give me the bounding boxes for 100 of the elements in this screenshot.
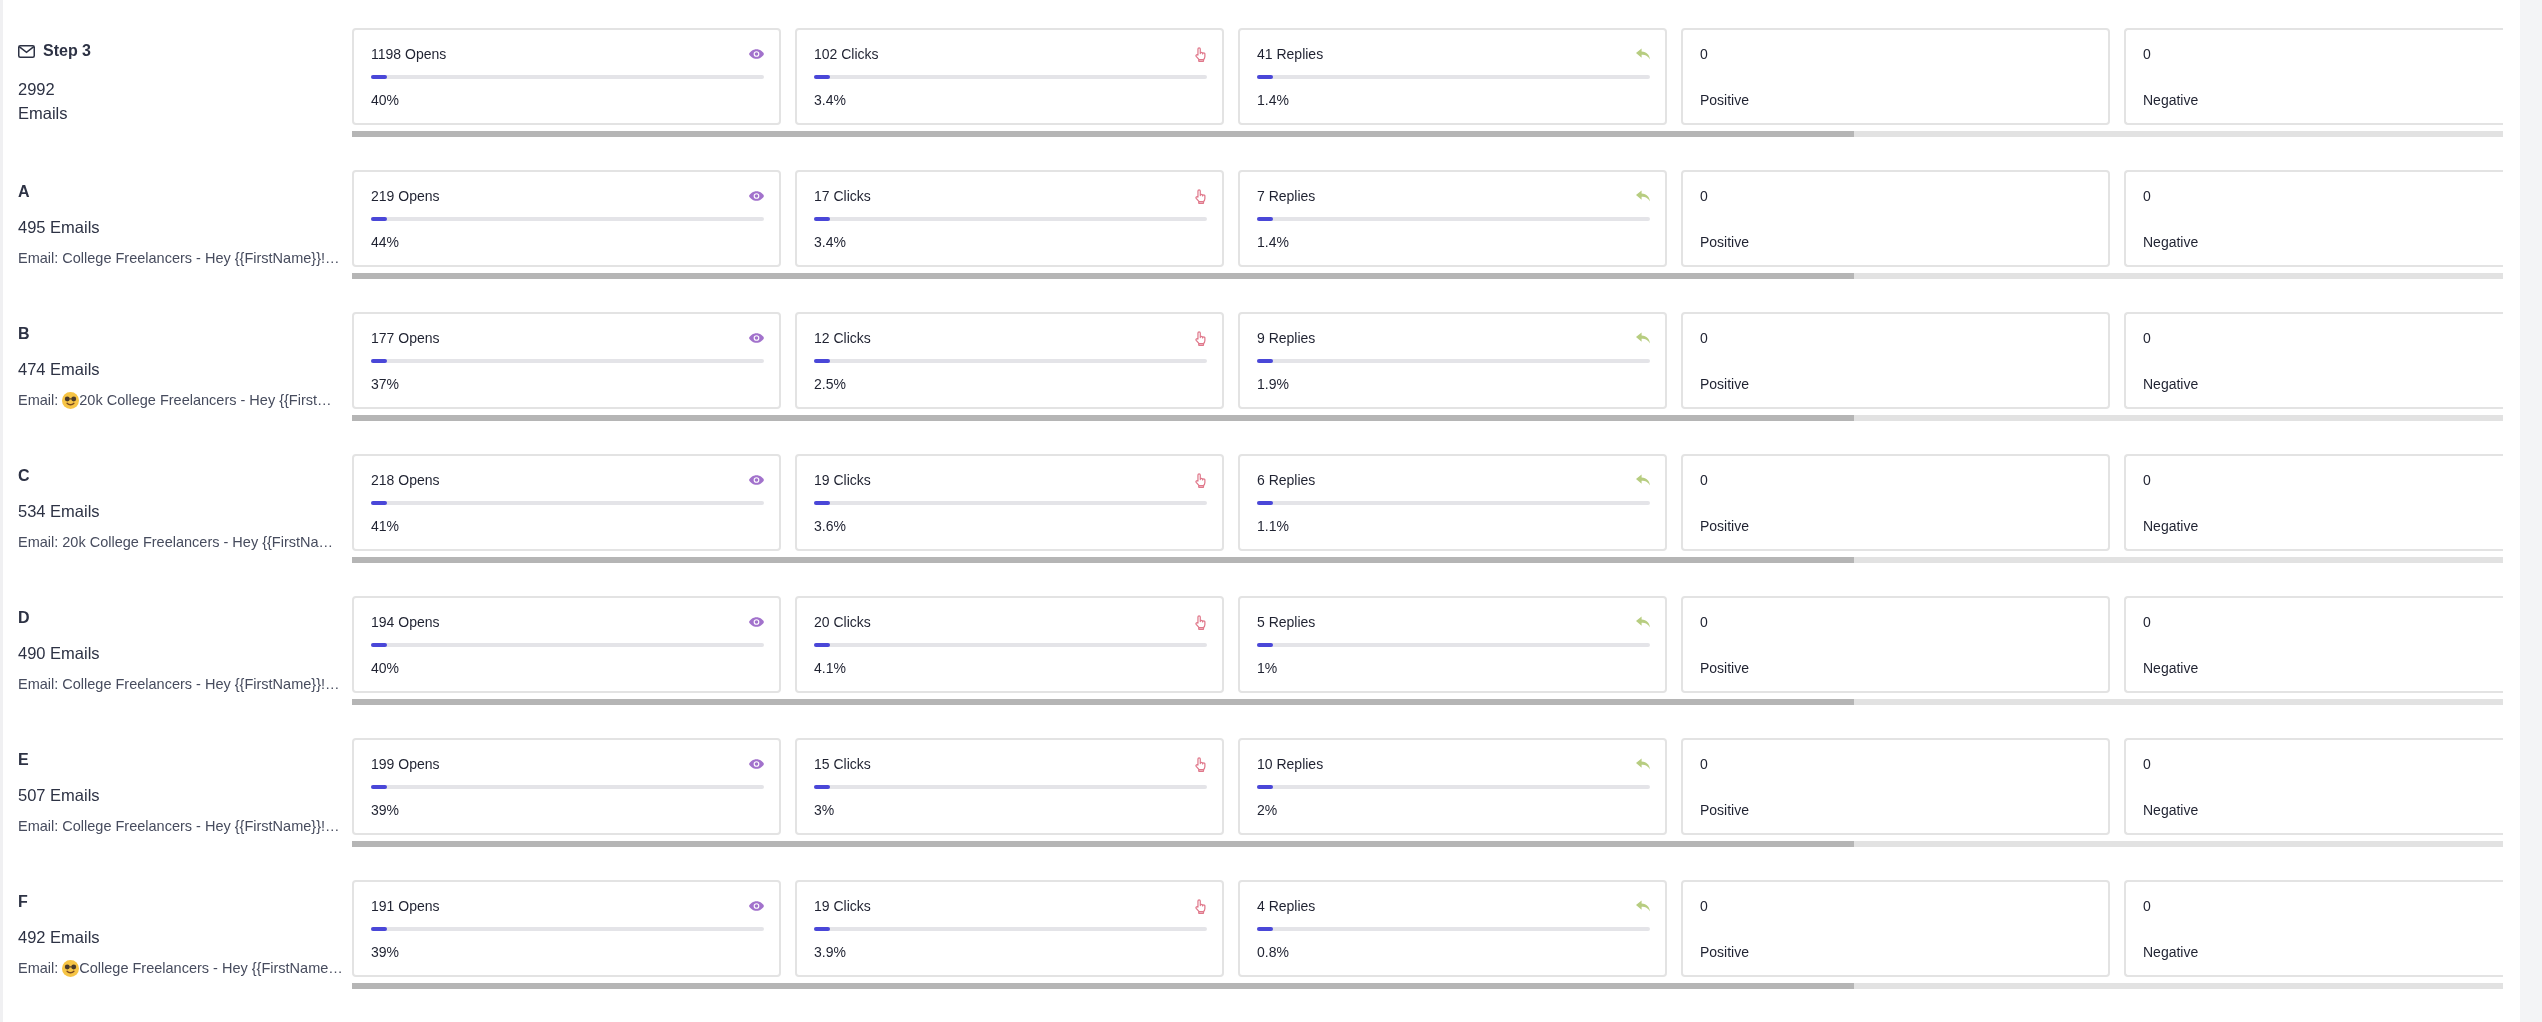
email-subject: College Freelancers - Hey {{FirstName}}!… — [62, 817, 340, 835]
eye-icon — [749, 49, 764, 59]
horizontal-scrollbar[interactable] — [352, 273, 2503, 279]
variant-label: D — [18, 608, 30, 628]
open-rate: 39% — [371, 943, 400, 962]
email-count: 507 Emails — [18, 785, 100, 806]
positive-label: Positive — [1700, 517, 1750, 536]
scrollbar-thumb[interactable] — [352, 841, 1854, 847]
negative-count: 0 — [2143, 613, 2151, 632]
positive-label: Positive — [1700, 943, 1750, 962]
negative-count: 0 — [2143, 187, 2151, 206]
scrollbar-thumb[interactable] — [352, 983, 1854, 989]
reply-arrow-icon — [1636, 474, 1650, 486]
horizontal-scrollbar[interactable] — [352, 415, 2503, 421]
opens-count: 219 Opens — [371, 187, 440, 206]
opens-count: 194 Opens — [371, 613, 440, 632]
positive-label: Positive — [1700, 91, 1750, 110]
email-count: 492 Emails — [18, 927, 100, 948]
click-rate: 4.1% — [814, 659, 846, 678]
pointing-hand-icon — [1194, 46, 1207, 62]
clicks-count: 17 Clicks — [814, 187, 871, 206]
scrollbar-thumb[interactable] — [352, 557, 1854, 563]
variant-label: A — [18, 182, 30, 202]
reply-rate: 1.4% — [1257, 91, 1289, 110]
negative-count: 0 — [2143, 755, 2151, 774]
email-subject: College Freelancers - Hey {{FirstName… — [79, 959, 343, 977]
reply-rate: 0.8% — [1257, 943, 1289, 962]
horizontal-scrollbar[interactable] — [352, 557, 2503, 563]
eye-icon — [749, 333, 764, 343]
reply-arrow-icon — [1636, 190, 1650, 202]
reply-arrow-icon — [1636, 48, 1650, 60]
click-rate: 3.4% — [814, 233, 846, 252]
click-rate: 3% — [814, 801, 835, 820]
horizontal-scrollbar[interactable] — [352, 983, 2503, 989]
positive-count: 0 — [1700, 897, 1708, 916]
negative-count: 0 — [2143, 897, 2151, 916]
clicks-count: 19 Clicks — [814, 897, 871, 916]
email-subject: 20k College Freelancers - Hey {{First… — [79, 391, 332, 409]
reply-rate: 1.1% — [1257, 517, 1289, 536]
horizontal-scrollbar[interactable] — [352, 131, 2503, 137]
reply-arrow-icon — [1636, 758, 1650, 770]
open-rate: 37% — [371, 375, 400, 394]
email-count: 495 Emails — [18, 217, 100, 238]
eye-icon — [749, 475, 764, 485]
clicks-count: 15 Clicks — [814, 755, 871, 774]
variant-label: E — [18, 750, 29, 770]
scrollbar-thumb[interactable] — [352, 131, 1854, 137]
email-count: 490 Emails — [18, 643, 100, 664]
email-subject: 20k College Freelancers - Hey {{FirstNa… — [62, 533, 334, 551]
open-rate: 41% — [371, 517, 400, 536]
replies-count: 7 Replies — [1257, 187, 1316, 206]
email-count: 474 Emails — [18, 359, 100, 380]
replies-count: 41 Replies — [1257, 45, 1324, 64]
reply-arrow-icon — [1636, 900, 1650, 912]
email-prefix: Email: — [18, 391, 59, 409]
click-rate: 3.9% — [814, 943, 846, 962]
negative-label: Negative — [2143, 233, 2199, 252]
email-prefix: Email: — [18, 959, 59, 977]
envelope-icon — [18, 44, 35, 58]
replies-count: 5 Replies — [1257, 613, 1316, 632]
clicks-count: 12 Clicks — [814, 329, 871, 348]
positive-label: Positive — [1700, 801, 1750, 820]
negative-label: Negative — [2143, 517, 2199, 536]
negative-label: Negative — [2143, 91, 2199, 110]
reply-rate: 2% — [1257, 801, 1278, 820]
opens-count: 218 Opens — [371, 471, 440, 490]
replies-count: 10 Replies — [1257, 755, 1324, 774]
clicks-count: 19 Clicks — [814, 471, 871, 490]
email-subject: College Freelancers - Hey {{FirstName}}!… — [62, 675, 340, 693]
opens-count: 1198 Opens — [371, 45, 447, 64]
scrollbar-thumb[interactable] — [352, 273, 1854, 279]
variant-label: B — [18, 324, 30, 344]
scrollbar-thumb[interactable] — [352, 699, 1854, 705]
horizontal-scrollbar[interactable] — [352, 699, 2503, 705]
open-rate: 39% — [371, 801, 400, 820]
email-count: 534 Emails — [18, 501, 100, 522]
email-prefix: Email: — [18, 817, 59, 835]
opens-count: 191 Opens — [371, 897, 440, 916]
horizontal-scrollbar[interactable] — [352, 841, 2503, 847]
clicks-count: 20 Clicks — [814, 613, 871, 632]
negative-label: Negative — [2143, 375, 2199, 394]
reply-rate: 1% — [1257, 659, 1278, 678]
reply-arrow-icon — [1636, 616, 1650, 628]
opens-count: 177 Opens — [371, 329, 440, 348]
pointing-hand-icon — [1194, 614, 1207, 630]
scrollbar-thumb[interactable] — [352, 415, 1854, 421]
open-rate: 44% — [371, 233, 400, 252]
pointing-hand-icon — [1194, 898, 1207, 914]
eye-icon — [749, 901, 764, 911]
open-rate: 40% — [371, 659, 400, 678]
clicks-count: 102 Clicks — [814, 45, 879, 64]
negative-count: 0 — [2143, 471, 2151, 490]
click-rate: 3.4% — [814, 91, 846, 110]
reply-rate: 1.4% — [1257, 233, 1289, 252]
positive-count: 0 — [1700, 45, 1708, 64]
pointing-hand-icon — [1194, 472, 1207, 488]
pointing-hand-icon — [1194, 188, 1207, 204]
step-title: Step 3 — [43, 41, 91, 61]
replies-count: 4 Replies — [1257, 897, 1316, 916]
eye-icon — [749, 617, 764, 627]
